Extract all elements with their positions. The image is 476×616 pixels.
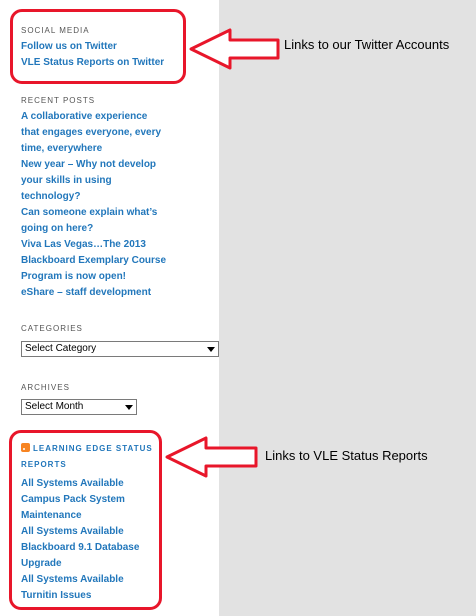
recent-post-link[interactable]: eShare – staff development bbox=[21, 285, 166, 301]
recent-post-link[interactable]: New year – Why not develop bbox=[21, 157, 166, 173]
recent-post-link[interactable]: your skills in using bbox=[21, 173, 166, 189]
annotation-twitter: Links to our Twitter Accounts bbox=[284, 37, 450, 52]
category-select-value: Select Category bbox=[25, 343, 97, 354]
category-select[interactable]: Select Category bbox=[21, 341, 219, 357]
highlight-box-social bbox=[10, 9, 186, 84]
recent-post-link[interactable]: that engages everyone, every bbox=[21, 125, 166, 141]
chevron-down-icon bbox=[207, 347, 215, 352]
recent-post-link[interactable]: time, everywhere bbox=[21, 141, 166, 157]
arrow-left-icon bbox=[189, 28, 280, 70]
recent-post-link[interactable]: Blackboard Exemplary Course bbox=[21, 253, 166, 269]
archive-select-value: Select Month bbox=[25, 401, 84, 412]
recent-post-link[interactable]: going on here? bbox=[21, 221, 166, 237]
archives-title: ARCHIVES bbox=[21, 383, 70, 392]
archive-select[interactable]: Select Month bbox=[21, 399, 137, 415]
recent-post-link[interactable]: A collaborative experience bbox=[21, 109, 166, 125]
recent-posts-list: A collaborative experience that engages … bbox=[21, 109, 166, 301]
recent-post-link[interactable]: Can someone explain what’s bbox=[21, 205, 166, 221]
recent-post-link[interactable]: Program is now open! bbox=[21, 269, 166, 285]
recent-posts-title: RECENT POSTS bbox=[21, 96, 96, 105]
arrow-left-icon bbox=[165, 436, 258, 478]
page-background bbox=[219, 0, 476, 616]
annotation-vle: Links to VLE Status Reports bbox=[265, 448, 428, 463]
chevron-down-icon bbox=[125, 405, 133, 410]
recent-post-link[interactable]: technology? bbox=[21, 189, 166, 205]
highlight-box-status bbox=[9, 430, 162, 610]
categories-title: CATEGORIES bbox=[21, 324, 83, 333]
recent-post-link[interactable]: Viva Las Vegas…The 2013 bbox=[21, 237, 166, 253]
